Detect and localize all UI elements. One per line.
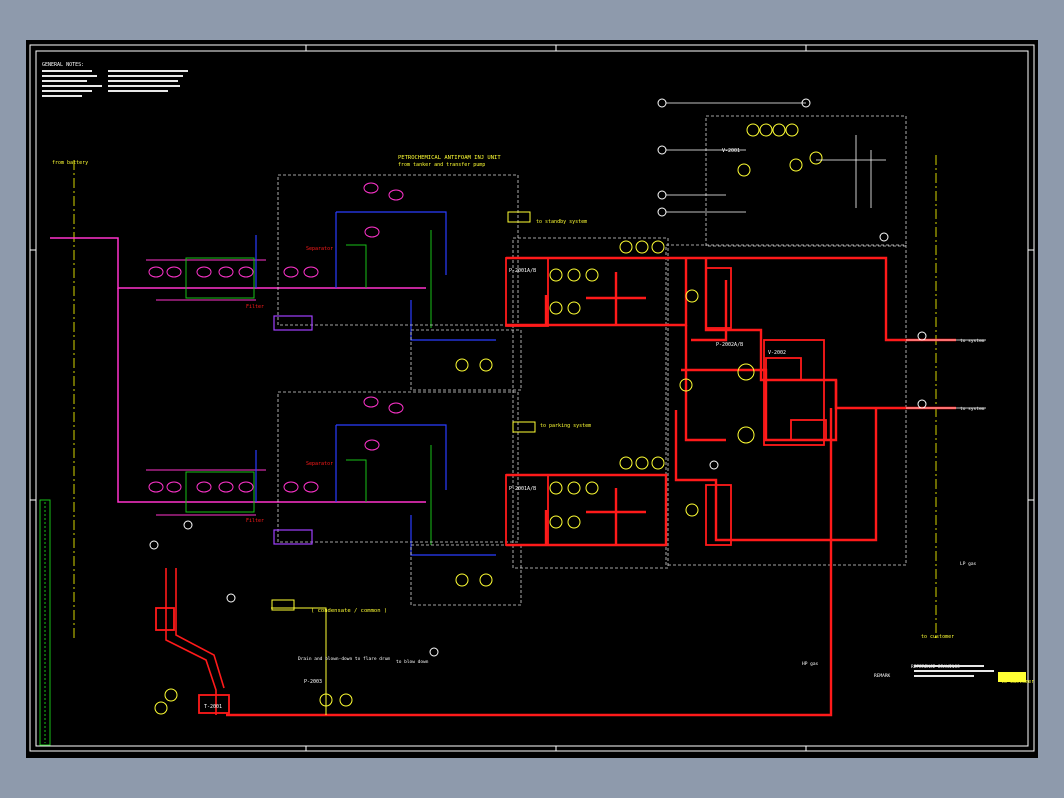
pump-a-tag: P-2001A/B <box>509 268 536 274</box>
condensate-label: ( condensate / common ) <box>311 608 387 614</box>
blue-lines <box>255 211 496 556</box>
outer-frame <box>29 44 1035 752</box>
from-battery-label: from battery <box>52 160 88 166</box>
separator-a-label: Separator <box>306 246 333 252</box>
green-lines <box>185 230 432 545</box>
pid-diagram: GENERAL NOTES: PETROCHEMICAL ANTIFOAM IN… <box>29 44 1035 752</box>
reference-circles <box>149 98 927 657</box>
pump-d-tag: P-2003 <box>304 679 322 685</box>
remark-label: REMARK <box>874 673 891 679</box>
drawing-sheet: GENERAL NOTES: PETROCHEMICAL ANTIFOAM IN… <box>26 40 1038 758</box>
to-system-mid: to system <box>960 406 985 412</box>
drain-routing <box>165 568 225 715</box>
instruments-feed <box>148 182 404 493</box>
to-standby-label: to standby system <box>536 219 587 225</box>
chemical-skids <box>273 315 313 545</box>
notes-title: GENERAL NOTES: <box>42 62 84 68</box>
pump-c-tag: P-2002A/B <box>716 342 743 348</box>
vessel-b-tag: V-2002 <box>768 350 786 356</box>
drain-note: Drain and blown-down to flare drum <box>298 656 390 662</box>
inner-frame <box>35 50 1029 747</box>
lp-gas-label: LP gas <box>960 561 977 567</box>
instruments-field <box>154 123 823 715</box>
hp-gas-label: HP gas <box>802 661 819 667</box>
top-right-lines <box>666 102 986 409</box>
notes-block <box>42 70 188 97</box>
to-customer-label: to customer <box>921 634 954 640</box>
flow-header: PETROCHEMICAL ANTIFOAM INJ UNIT <box>398 155 501 161</box>
frame-ticks <box>30 45 1034 751</box>
package-boundaries <box>277 115 907 606</box>
feed-lines <box>50 237 426 516</box>
separator-b-label: Separator <box>306 461 333 467</box>
to-system-top: to system <box>960 338 985 344</box>
vessel-a-tag: V-2001 <box>722 148 740 154</box>
filter-b-label: Filter <box>246 518 264 524</box>
tank-low-tag: T-2001 <box>204 704 222 710</box>
flow-subheader: from tanker and transfer pump <box>398 162 485 168</box>
to-parking-label: to parking system <box>540 423 591 429</box>
pump-b-tag: P-2001A/B <box>509 486 536 492</box>
filter-a-label: Filter <box>246 304 264 310</box>
to-blowdown-label: to blow down <box>396 659 429 665</box>
